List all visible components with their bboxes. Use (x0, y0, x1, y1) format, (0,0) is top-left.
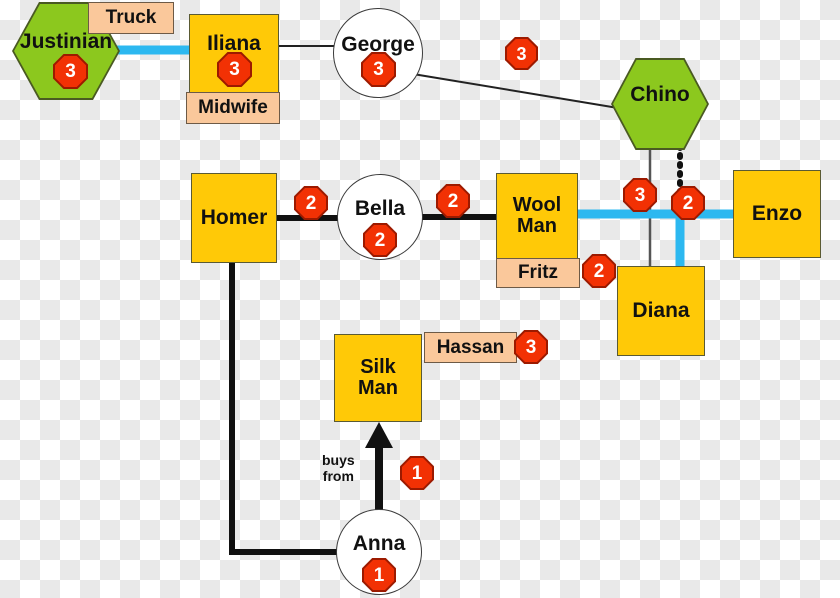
node-iliana-label: Iliana (207, 31, 261, 55)
diagram-canvas: Justinian Iliana George Chino Homer Bella Wool… (0, 0, 840, 598)
badge-justinian[interactable]: 3 (55, 56, 86, 87)
badge-bella-woolman[interactable]: 2 (438, 186, 468, 216)
node-homer-label: Homer (200, 205, 268, 229)
edge-label-buys-from-line2: from (322, 467, 354, 484)
badge-homer-bella[interactable]: 2 (296, 188, 326, 218)
attribute-truck-label: Truck (105, 7, 157, 28)
edge-label-buys-from-line1: buys (322, 452, 355, 468)
node-chino-label: Chino (630, 82, 690, 106)
edge-layer (108, 45, 736, 555)
edge-homer-anna (229, 262, 339, 555)
edge-anna-silkman-arrowhead (365, 422, 393, 448)
badge-chino-enzo-value: 2 (682, 192, 694, 214)
badge-fritz-value: 2 (593, 260, 605, 282)
attribute-fritz-label: Fritz (517, 262, 559, 283)
node-woolman[interactable]: Wool Man (496, 173, 578, 259)
badge-homer-bella-value: 2 (305, 192, 317, 214)
node-diana[interactable]: Diana (617, 266, 705, 356)
node-woolman-label: Wool Man (512, 194, 562, 237)
badge-iliana-value: 3 (229, 59, 240, 80)
node-justinian-label: Justinian (19, 29, 113, 53)
attribute-hassan[interactable]: Hassan (424, 332, 517, 363)
node-enzo[interactable]: Enzo (733, 170, 821, 258)
edge-george-chino (412, 73, 619, 109)
badge-anna-value: 1 (373, 564, 385, 586)
attribute-midwife-label: Midwife (198, 97, 268, 118)
node-homer[interactable]: Homer (191, 173, 277, 263)
node-enzo-label: Enzo (751, 201, 803, 225)
badge-buys-from[interactable]: 1 (402, 458, 432, 488)
node-diana-label: Diana (632, 298, 690, 322)
badge-hassan[interactable]: 3 (516, 332, 546, 362)
badge-chino-diana[interactable]: 3 (625, 180, 655, 210)
node-bella-label: Bella (354, 196, 406, 220)
badge-buys-from-value: 1 (411, 462, 423, 484)
badge-bella-woolman-value: 2 (447, 190, 459, 212)
badge-chino-diana-value: 3 (634, 184, 646, 206)
badge-hassan-value: 3 (525, 336, 537, 358)
node-chino[interactable]: Chino (613, 60, 707, 148)
attribute-truck[interactable]: Truck (88, 2, 174, 34)
badge-anna[interactable]: 1 (364, 560, 394, 590)
badge-fritz[interactable]: 2 (584, 256, 614, 286)
badge-chino-enzo[interactable]: 2 (673, 188, 703, 218)
badge-bella[interactable]: 2 (365, 225, 395, 255)
badge-justinian-value: 3 (65, 61, 76, 82)
badge-george-value: 3 (373, 59, 384, 80)
badge-george-chino-value: 3 (516, 43, 527, 64)
attribute-midwife[interactable]: Midwife (186, 92, 280, 124)
edge-label-buys-from: buys from (322, 452, 355, 484)
node-silkman-label: Silk Man (358, 356, 398, 399)
badge-bella-value: 2 (374, 229, 386, 251)
node-silkman[interactable]: Silk Man (334, 334, 422, 422)
attribute-hassan-label: Hassan (436, 336, 505, 358)
node-anna-label: Anna (352, 531, 406, 555)
attribute-fritz[interactable]: Fritz (496, 258, 580, 288)
